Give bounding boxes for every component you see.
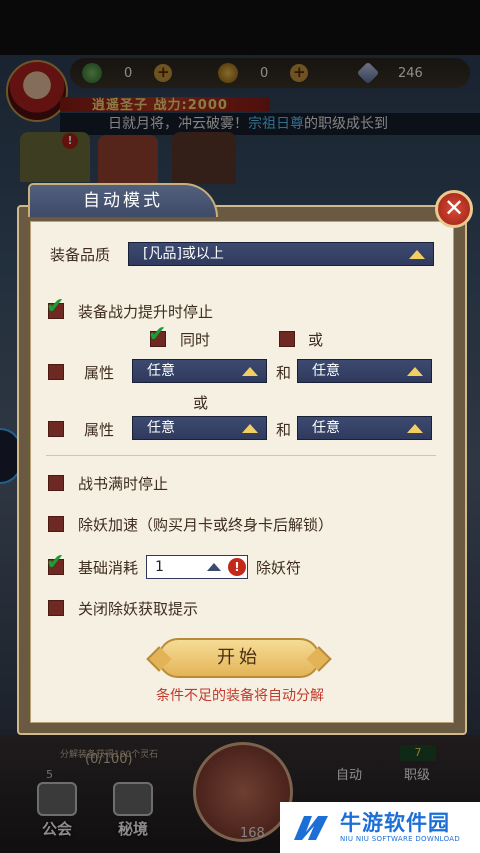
dropdown-arrow-icon xyxy=(242,424,258,433)
attr-row2-select2-value: 任意 xyxy=(312,420,340,436)
dropdown-arrow-icon xyxy=(207,563,221,571)
stop-battle-book-label: 战书满时停止 xyxy=(78,475,169,493)
divider xyxy=(46,455,436,456)
attr-row1-and: 和 xyxy=(276,364,292,382)
close-tips-label: 关闭除妖获取提示 xyxy=(78,600,199,618)
auto-decompose-note: 条件不足的装备将自动分解 xyxy=(156,688,324,704)
check-icon: ✔ xyxy=(46,550,65,575)
quality-select[interactable]: [凡品]或以上 xyxy=(128,242,434,266)
attr-row1-label: 属性 xyxy=(84,364,115,382)
dropdown-arrow-icon xyxy=(409,250,425,259)
warning-icon: ! xyxy=(228,558,246,576)
stop-on-power-checkbox[interactable]: ✔ xyxy=(46,296,64,319)
speedup-checkbox[interactable] xyxy=(48,516,64,532)
stop-battle-book-checkbox[interactable] xyxy=(48,475,64,491)
niuniu-logo-icon xyxy=(290,810,334,846)
base-consume-value: 1 xyxy=(155,559,164,575)
attr-row2-select1[interactable]: 任意 xyxy=(132,416,267,440)
check-icon: ✔ xyxy=(46,294,65,319)
base-consume-checkbox[interactable]: ✔ xyxy=(46,552,64,575)
base-consume-label: 基础消耗 xyxy=(78,559,139,577)
dropdown-arrow-icon xyxy=(242,367,258,376)
attr-row1-select1-value: 任意 xyxy=(147,363,175,379)
attr-row1-select1[interactable]: 任意 xyxy=(132,359,267,383)
quality-label: 装备品质 xyxy=(50,246,111,264)
speedup-label: 除妖加速（购买月卡或终身卡后解锁） xyxy=(78,516,334,534)
close-icon: ✕ xyxy=(443,194,465,222)
attr-row2-select1-value: 任意 xyxy=(147,420,175,436)
stop-on-power-label: 装备战力提升时停止 xyxy=(78,303,214,321)
same-time-label: 同时 xyxy=(180,331,211,349)
or-label: 或 xyxy=(308,331,324,349)
dropdown-arrow-icon xyxy=(407,367,423,376)
start-button[interactable]: 开始 xyxy=(158,638,320,678)
base-consume-unit: 除妖符 xyxy=(256,559,302,577)
close-tips-checkbox[interactable] xyxy=(48,600,64,616)
close-button[interactable]: ✕ xyxy=(435,190,473,228)
dropdown-arrow-icon xyxy=(407,424,423,433)
watermark-subtitle: NIU NIU SOFTWARE DOWNLOAD xyxy=(340,834,461,843)
attr-row2-checkbox[interactable] xyxy=(48,421,64,437)
check-icon: ✔ xyxy=(148,322,167,347)
watermark: 牛游软件园 NIU NIU SOFTWARE DOWNLOAD xyxy=(280,802,480,853)
attr-row2-select2[interactable]: 任意 xyxy=(297,416,432,440)
dialog-title: 自动模式 xyxy=(28,183,218,217)
attr-row2-label: 属性 xyxy=(84,421,115,439)
same-time-checkbox[interactable]: ✔ xyxy=(148,324,166,347)
attr-row1-select2-value: 任意 xyxy=(312,363,340,379)
quality-select-value: [凡品]或以上 xyxy=(143,246,224,262)
attr-row1-select2[interactable]: 任意 xyxy=(297,359,432,383)
watermark-title: 牛游软件园 xyxy=(340,810,450,835)
attr-row1-checkbox[interactable] xyxy=(48,364,64,380)
attr-or-text: 或 xyxy=(193,394,209,412)
or-checkbox[interactable] xyxy=(279,331,295,347)
attr-row2-and: 和 xyxy=(276,421,292,439)
